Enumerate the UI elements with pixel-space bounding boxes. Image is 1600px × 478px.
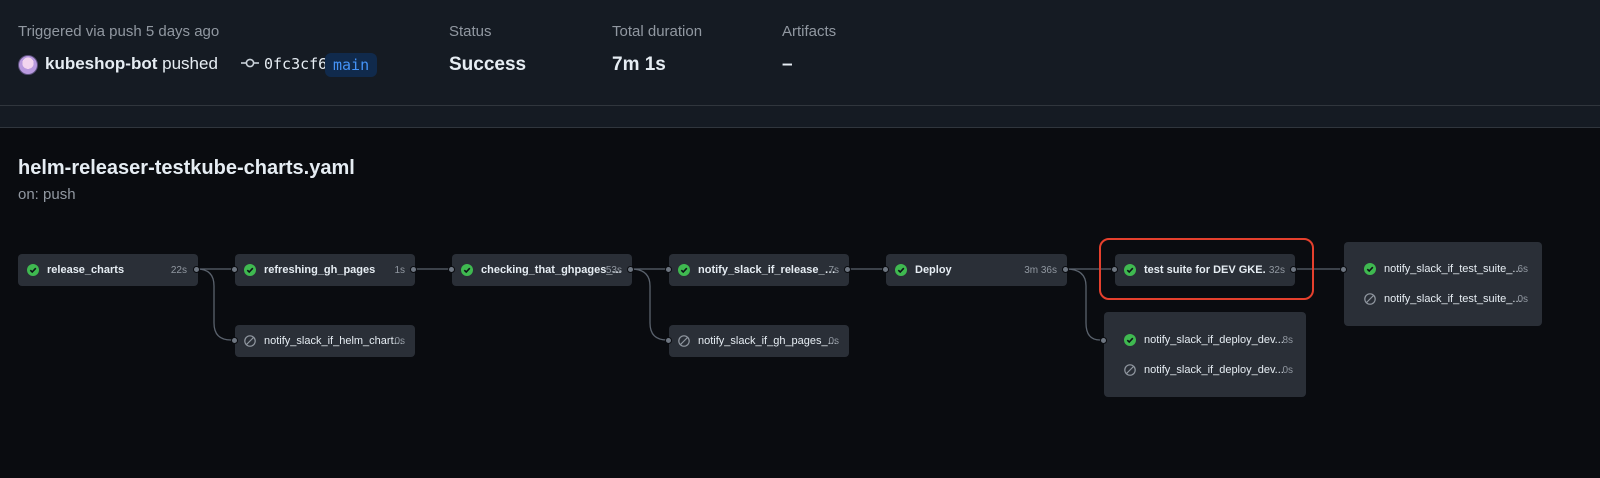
job-duration: 53s xyxy=(605,264,622,276)
job-duration: 22s xyxy=(170,264,187,276)
job-name: notify_slack_if_test_suite_... xyxy=(1384,263,1522,275)
job-notify-slack-test-suite-success[interactable]: notify_slack_if_test_suite_... 6s xyxy=(1364,254,1528,284)
job-connectors xyxy=(196,268,1345,341)
job-name: notify_slack_if_test_suite_... xyxy=(1384,293,1522,305)
job-duration: 3m 36s xyxy=(1024,264,1057,276)
connector-dot xyxy=(844,266,851,273)
job-release-charts[interactable]: release_charts 22s xyxy=(18,254,198,286)
job-name: release_charts xyxy=(47,264,125,276)
job-duration: 0s xyxy=(1517,293,1528,305)
success-check-icon xyxy=(1364,263,1376,275)
job-name: notify_slack_if_deploy_dev... xyxy=(1144,334,1284,346)
connector-dot xyxy=(627,266,634,273)
connector-dot xyxy=(231,337,238,344)
connector-dot xyxy=(665,266,672,273)
connector-dot xyxy=(882,266,889,273)
success-check-icon xyxy=(895,264,907,276)
success-check-icon xyxy=(678,264,690,276)
job-notify-slack-deploy-dev-success[interactable]: notify_slack_if_deploy_dev... 8s xyxy=(1124,325,1293,355)
highlight-annotation xyxy=(1099,238,1314,300)
connector-dot xyxy=(231,266,238,273)
job-duration: 7s xyxy=(828,264,839,276)
connector-dot xyxy=(665,337,672,344)
job-deploy[interactable]: Deploy 3m 36s xyxy=(886,254,1067,286)
job-duration: 0s xyxy=(394,335,405,347)
job-duration: 6s xyxy=(1517,263,1528,275)
connector-dot xyxy=(193,266,200,273)
job-name: notify_slack_if_release_su... xyxy=(698,264,836,276)
job-notify-slack-test-suite-skipped[interactable]: notify_slack_if_test_suite_... 0s xyxy=(1364,284,1528,314)
connector-line xyxy=(630,268,670,341)
job-name: refreshing_gh_pages xyxy=(264,264,376,276)
connector-dot xyxy=(1100,337,1107,344)
connector-dot xyxy=(448,266,455,273)
success-check-icon xyxy=(1124,334,1136,346)
job-name: notify_slack_if_helm_chart... xyxy=(264,335,403,347)
skipped-icon xyxy=(244,335,256,347)
success-check-icon xyxy=(461,264,473,276)
connector-dot xyxy=(410,266,417,273)
connector-line xyxy=(196,268,236,341)
job-name: checking_that_ghpages_... xyxy=(481,264,622,276)
job-notify-slack-release[interactable]: notify_slack_if_release_su... 7s xyxy=(669,254,849,286)
job-name: Deploy xyxy=(915,264,952,276)
job-name: notify_slack_if_gh_pages_... xyxy=(698,335,837,347)
skipped-icon xyxy=(1124,364,1136,376)
job-duration: 0s xyxy=(1282,364,1293,376)
skipped-icon xyxy=(678,335,690,347)
job-notify-slack-deploy-dev-skipped[interactable]: notify_slack_if_deploy_dev... 0s xyxy=(1124,355,1293,385)
job-duration: 1s xyxy=(394,264,405,276)
job-name: notify_slack_if_deploy_dev... xyxy=(1144,364,1284,376)
job-notify-slack-helm-chart[interactable]: notify_slack_if_helm_chart... 0s xyxy=(235,325,415,357)
job-duration: 0s xyxy=(828,335,839,347)
job-refreshing-gh-pages[interactable]: refreshing_gh_pages 1s xyxy=(235,254,415,286)
job-group-notify-deploy-dev: notify_slack_if_deploy_dev... 8s notify_… xyxy=(1104,312,1306,397)
job-notify-slack-gh-pages[interactable]: notify_slack_if_gh_pages_... 0s xyxy=(669,325,849,357)
job-group-notify-test-suite: notify_slack_if_test_suite_... 6s notify… xyxy=(1344,242,1542,326)
connector-dot xyxy=(1340,266,1347,273)
job-duration: 8s xyxy=(1282,334,1293,346)
success-check-icon xyxy=(27,264,39,276)
success-check-icon xyxy=(244,264,256,276)
connector-dot xyxy=(1062,266,1069,273)
job-checking-ghpages[interactable]: checking_that_ghpages_... 53s xyxy=(452,254,632,286)
skipped-icon xyxy=(1364,293,1376,305)
